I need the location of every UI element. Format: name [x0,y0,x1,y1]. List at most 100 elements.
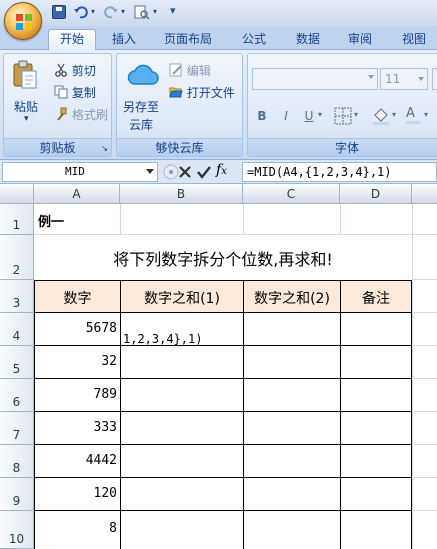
office-logo-icon [16,14,32,30]
tab-data[interactable]: 数据 [286,30,330,50]
table-border [34,411,412,412]
cut-label: 剪切 [71,64,96,78]
header-cell-number[interactable]: 数字 [35,288,120,308]
table-border [120,280,121,549]
name-box[interactable]: MID [2,162,158,182]
row-header-9[interactable]: 9 [0,478,34,511]
cell-a6[interactable]: 789 [35,387,117,402]
font-group: 11 B I U ▾ ▾ ▾ A ▾ 字体 [247,53,437,157]
column-header-e[interactable] [412,184,437,204]
underline-button[interactable]: U [300,106,318,126]
office-button[interactable] [4,2,42,40]
font-color-button[interactable]: A [406,106,420,124]
name-box-dropdown-icon[interactable] [146,169,154,174]
cell-a4[interactable]: 5678 [35,321,117,336]
format-painter-button[interactable]: 格式刷 [54,106,108,124]
header-cell-note[interactable]: 备注 [341,288,411,308]
sheet-title[interactable]: 将下列数字拆分个位数,再求和! [34,246,412,270]
header-cell-sum1[interactable]: 数字之和(1) [121,288,243,308]
clipboard-launcher-icon[interactable]: ↘ [101,144,108,153]
enter-icon[interactable] [196,164,212,183]
tab-view[interactable]: 视图 [392,30,436,50]
table-border [243,280,244,549]
copy-button[interactable]: 复制 [54,84,96,102]
grow-font-button[interactable] [432,68,437,90]
column-header-c[interactable]: C [243,184,340,204]
cell-a7[interactable]: 333 [35,420,117,435]
save-icon[interactable] [52,5,66,19]
underline-dropdown-icon[interactable]: ▾ [318,110,322,119]
save-to-cloud-button[interactable]: 另存至 [123,98,159,115]
undo-icon[interactable] [74,5,88,21]
font-size-dropdown[interactable]: 11 [380,68,428,90]
select-all-corner[interactable] [0,184,34,204]
gridline [412,510,437,511]
edit-label: 编辑 [186,64,211,78]
print-dropdown-icon[interactable]: ▾ [153,7,157,23]
column-header-a[interactable]: A [34,184,120,204]
open-file-label: 打开文件 [186,86,235,100]
row-header-1[interactable]: 1 [0,204,34,235]
font-group-label: 字体 [248,138,437,156]
italic-button[interactable]: I [277,106,295,126]
paste-icon[interactable] [12,60,38,93]
column-header-d[interactable]: D [340,184,412,204]
column-header-b[interactable]: B [120,184,243,204]
copy-icon [54,85,68,102]
fill-color-icon[interactable] [372,107,390,128]
cell-a10[interactable]: 8 [35,521,117,536]
print-preview-icon[interactable] [134,5,150,21]
open-file-button[interactable]: 打开文件 [169,84,235,102]
gridline [412,477,437,478]
fill-color-dropdown-icon[interactable]: ▾ [392,110,396,119]
formula-input[interactable]: =MID(A4,{1,2,3,4},1) [242,162,437,182]
tab-insert[interactable]: 插入 [104,30,144,50]
paste-dropdown-icon[interactable]: ▾ [24,114,29,124]
gridline [412,312,437,313]
formula-bar: MID fx =MID(A4,{1,2,3,4},1) [0,160,437,184]
cancel-icon[interactable] [178,164,192,183]
scissors-icon [54,63,68,80]
row-header-8[interactable]: 8 [0,445,34,478]
paste-button[interactable]: 粘贴 [14,98,38,115]
table-border [340,280,341,549]
row-header-2[interactable]: 2 [0,235,34,280]
cloud-group: 另存至 云库 编辑 打开文件 够快云库 [116,53,243,157]
cell-a5[interactable]: 32 [35,354,117,369]
ribbon: 粘贴 ▾ 剪切 复制 格式刷 剪贴板 ↘ 另存至 云库 编辑 打开文件 够快云库… [0,50,437,160]
cell-a8[interactable]: 4442 [35,453,117,468]
borders-icon[interactable] [334,107,352,128]
tab-page-layout[interactable]: 页面布局 [156,30,220,50]
cloud-icon[interactable] [127,62,159,89]
header-cell-sum2[interactable]: 数字之和(2) [244,288,340,308]
tab-home[interactable]: 开始 [48,29,96,51]
tab-formulas[interactable]: 公式 [232,30,276,50]
cell-a1[interactable]: 例一 [38,211,64,230]
row-header-3[interactable]: 3 [0,280,34,313]
cell-b4-editing[interactable]: 1,2,3,4},1) [123,332,202,346]
title-bar: ▾ ▾ ▾ ▾ [0,0,437,26]
insert-function-icon[interactable]: fx [216,162,227,178]
borders-dropdown-icon[interactable]: ▾ [354,110,358,119]
row-header-4[interactable]: 4 [0,313,34,346]
format-painter-label: 格式刷 [71,108,108,122]
redo-dropdown-icon[interactable]: ▾ [121,7,125,23]
row-header-5[interactable]: 5 [0,346,34,379]
redo-icon[interactable] [104,5,118,21]
tab-review[interactable]: 审阅 [338,30,382,50]
font-name-dropdown[interactable] [252,68,378,90]
brush-icon [54,107,68,124]
undo-dropdown-icon[interactable]: ▾ [91,7,95,23]
cell-a9[interactable]: 120 [35,486,117,501]
bold-button[interactable]: B [253,106,271,126]
font-name-dropdown-icon [368,75,374,79]
row-header-6[interactable]: 6 [0,379,34,412]
font-color-dropdown-icon[interactable]: ▾ [424,110,428,119]
cut-button[interactable]: 剪切 [54,62,96,80]
customize-quick-access-icon[interactable]: ▾ [170,4,176,20]
row-header-7[interactable]: 7 [0,412,34,445]
table-border [34,280,412,281]
row-header-10[interactable]: 10 [0,511,34,549]
font-size-dropdown-icon [418,77,424,81]
edit-button[interactable]: 编辑 [169,62,211,80]
